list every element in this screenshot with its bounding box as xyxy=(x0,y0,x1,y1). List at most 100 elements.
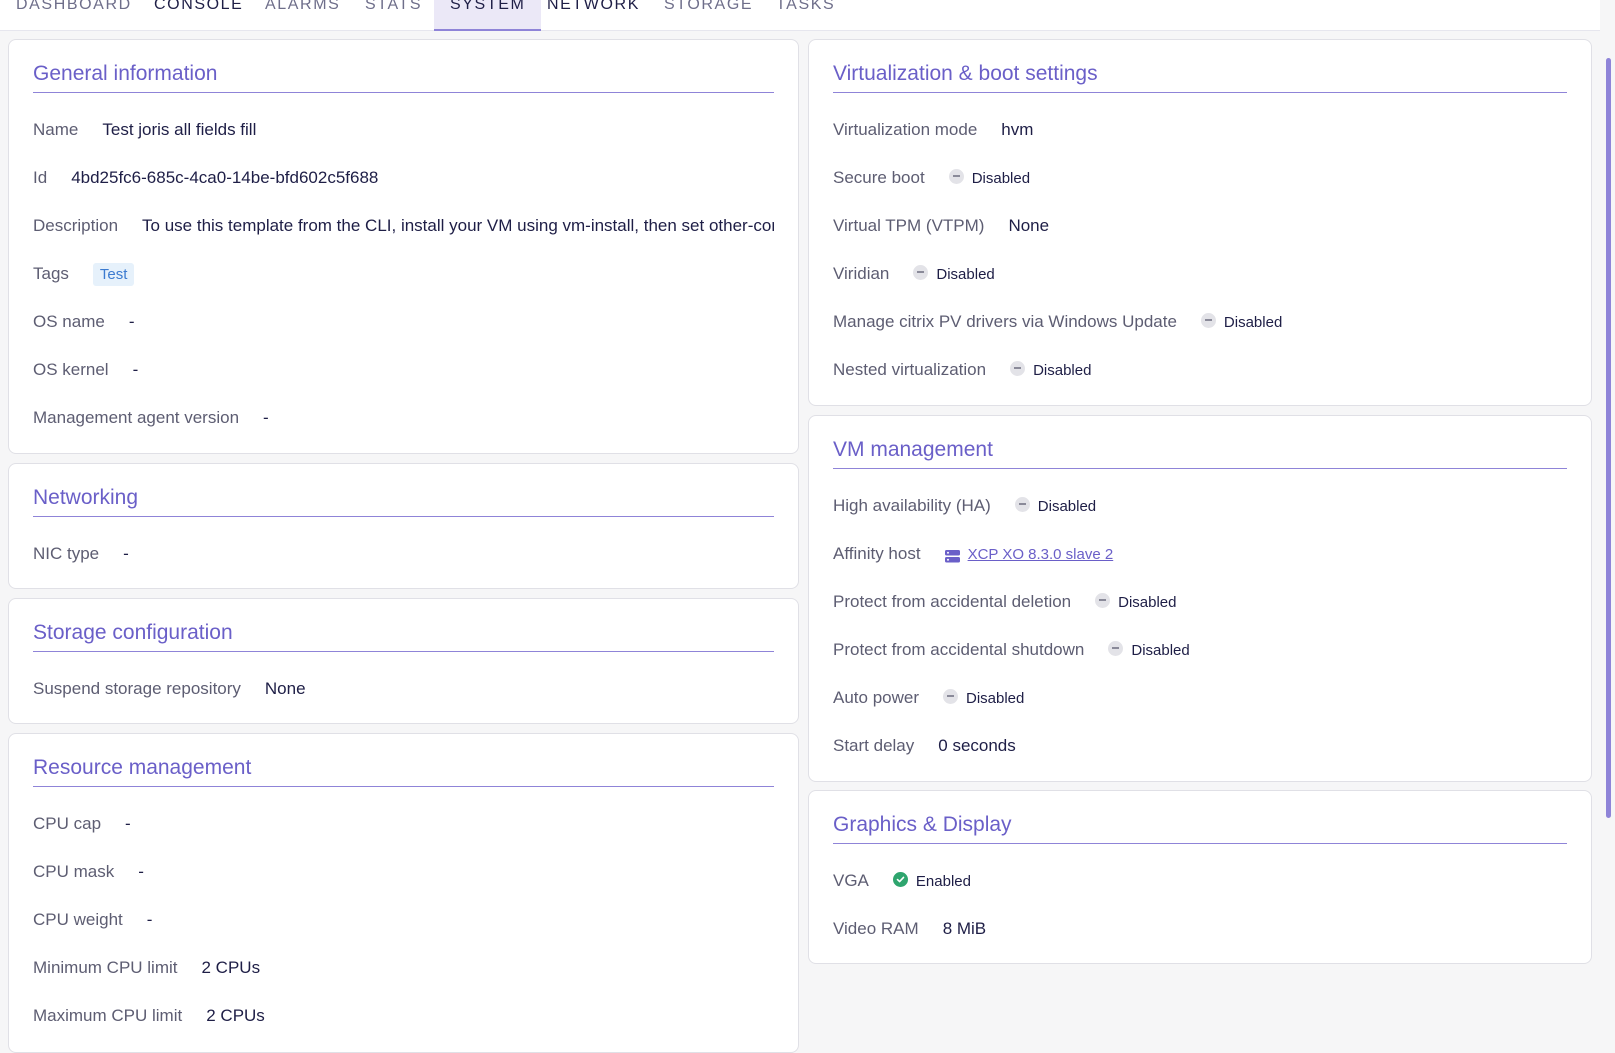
agent-version-value: - xyxy=(263,408,269,427)
virtualization-mode-value: hvm xyxy=(1001,120,1034,139)
minus-circle-icon xyxy=(1108,640,1124,656)
card-title: Graphics & Display xyxy=(833,813,1567,844)
nested-virtualization-label: Nested virtualization xyxy=(833,360,987,379)
auto-power-value: Disabled xyxy=(966,689,1025,707)
protect-deletion-row: Protect from accidental deletion Disable… xyxy=(833,590,1567,614)
citrix-drivers-label: Manage citrix PV drivers via Windows Upd… xyxy=(833,312,1177,331)
tab-system[interactable]: SYSTEM xyxy=(434,0,542,31)
id-row: Id 4bd25fc6-685c-4ca0-14be-bfd602c5f688 xyxy=(33,166,774,190)
vm-management-card: VM management High availability (HA) Dis… xyxy=(808,415,1592,782)
tag-badge[interactable]: Test xyxy=(92,262,135,286)
viridian-value: Disabled xyxy=(936,265,995,283)
card-title: General information xyxy=(33,62,774,93)
name-value: Test joris all fields fill xyxy=(102,120,257,139)
citrix-drivers-row: Manage citrix PV drivers via Windows Upd… xyxy=(833,310,1567,334)
tab-tasks[interactable]: TASKS xyxy=(760,0,851,31)
graphics-display-card: Graphics & Display VGA Enabled Video RAM… xyxy=(808,790,1592,964)
affinity-host-label: Affinity host xyxy=(833,544,921,563)
tab-network[interactable]: NETWORK xyxy=(531,0,656,31)
nic-type-row: NIC type - xyxy=(33,542,774,566)
vtpm-value: None xyxy=(1008,216,1050,235)
name-row: Name Test joris all fields fill xyxy=(33,118,774,142)
nested-virtualization-row: Nested virtualization Disabled xyxy=(833,358,1567,382)
card-title: VM management xyxy=(833,438,1567,469)
description-label: Description xyxy=(33,216,119,235)
minus-circle-icon xyxy=(943,688,958,704)
viridian-label: Viridian xyxy=(833,264,890,283)
suspend-sr-row: Suspend storage repository None xyxy=(33,677,774,701)
card-title: Virtualization & boot settings xyxy=(833,62,1567,93)
card-title: Networking xyxy=(33,486,774,517)
affinity-host-link[interactable]: XCP XO 8.3.0 slave 2 xyxy=(968,546,1114,563)
max-cpu-value: 2 CPUs xyxy=(206,1006,265,1025)
nic-type-value: - xyxy=(123,544,129,563)
minus-circle-icon xyxy=(948,168,964,184)
protect-shutdown-label: Protect from accidental shutdown xyxy=(833,640,1085,659)
vga-value: Enabled xyxy=(915,872,971,890)
minus-circle-icon xyxy=(1010,360,1026,376)
ha-value: Disabled xyxy=(1037,497,1097,515)
description-value: To use this template from the CLI, insta… xyxy=(142,216,774,235)
video-ram-label: Video RAM xyxy=(833,919,919,938)
card-title: Resource management xyxy=(33,756,774,787)
auto-power-label: Auto power xyxy=(833,688,919,707)
citrix-drivers-status: Disabled xyxy=(1200,312,1282,331)
minus-circle-icon xyxy=(1200,312,1216,328)
tab-bar: DASHBOARD CONSOLE ALARMS STATS SYSTEM NE… xyxy=(0,0,1600,31)
virtualization-mode-row: Virtualization mode hvm xyxy=(833,118,1567,142)
cpu-weight-label: CPU weight xyxy=(33,910,123,929)
cpu-cap-label: CPU cap xyxy=(33,814,102,833)
vtpm-label: Virtual TPM (VTPM) xyxy=(833,216,985,235)
minus-circle-icon xyxy=(1095,592,1111,608)
tab-stats[interactable]: STATS xyxy=(349,0,438,31)
scrollbar-thumb[interactable] xyxy=(1606,58,1611,818)
cpu-mask-label: CPU mask xyxy=(33,862,115,881)
viridian-row: Viridian Disabled xyxy=(833,262,1567,286)
cpu-cap-value: - xyxy=(125,814,131,833)
ha-row: High availability (HA) Disabled xyxy=(833,494,1567,518)
secure-boot-status: Disabled xyxy=(948,168,1031,187)
name-label: Name xyxy=(33,120,79,139)
tab-storage[interactable]: STORAGE xyxy=(648,0,769,31)
vga-row: VGA Enabled xyxy=(833,869,1567,893)
suspend-sr-value: None xyxy=(264,679,306,698)
protect-shutdown-value: Disabled xyxy=(1131,641,1190,659)
protect-deletion-label: Protect from accidental deletion xyxy=(833,592,1072,611)
storage-configuration-card: Storage configuration Suspend storage re… xyxy=(8,598,799,724)
id-label: Id xyxy=(33,168,48,187)
affinity-host-row: Affinity host XCP XO 8.3.0 slave 2 xyxy=(833,542,1567,566)
secure-boot-value: Disabled xyxy=(971,169,1031,187)
vga-status: Enabled xyxy=(892,871,971,890)
os-kernel-label: OS kernel xyxy=(33,360,109,379)
virtualization-mode-label: Virtualization mode xyxy=(833,120,978,139)
server-icon xyxy=(944,548,960,562)
os-name-label: OS name xyxy=(33,312,105,331)
tab-alarms[interactable]: ALARMS xyxy=(249,0,356,31)
cpu-mask-row: CPU mask - xyxy=(33,860,774,884)
minus-circle-icon xyxy=(1014,496,1030,512)
min-cpu-label: Minimum CPU limit xyxy=(33,958,178,977)
agent-version-label: Management agent version xyxy=(33,408,240,427)
protect-deletion-value: Disabled xyxy=(1118,593,1177,611)
scrollbar[interactable] xyxy=(1600,0,1615,1025)
video-ram-row: Video RAM 8 MiB xyxy=(833,917,1567,941)
auto-power-status: Disabled xyxy=(943,688,1025,707)
protect-deletion-status: Disabled xyxy=(1095,592,1177,611)
networking-card: Networking NIC type - xyxy=(8,463,799,589)
protect-shutdown-status: Disabled xyxy=(1108,640,1190,659)
tab-dashboard[interactable]: DASHBOARD xyxy=(0,0,148,31)
tab-console[interactable]: CONSOLE xyxy=(138,0,259,31)
id-value: 4bd25fc6-685c-4ca0-14be-bfd602c5f688 xyxy=(71,168,379,187)
start-delay-row: Start delay 0 seconds xyxy=(833,734,1567,758)
ha-status: Disabled xyxy=(1014,496,1097,515)
start-delay-label: Start delay xyxy=(833,736,915,755)
os-name-value: - xyxy=(128,312,135,331)
os-kernel-value: - xyxy=(132,360,139,379)
start-delay-value: 0 seconds xyxy=(938,736,1016,755)
agent-version-row: Management agent version - xyxy=(33,406,774,430)
tags-row: Tags Test xyxy=(33,262,774,286)
cpu-mask-value: - xyxy=(138,862,144,881)
nic-type-label: NIC type xyxy=(33,544,100,563)
os-kernel-row: OS kernel - xyxy=(33,358,774,382)
cpu-cap-row: CPU cap - xyxy=(33,812,774,836)
